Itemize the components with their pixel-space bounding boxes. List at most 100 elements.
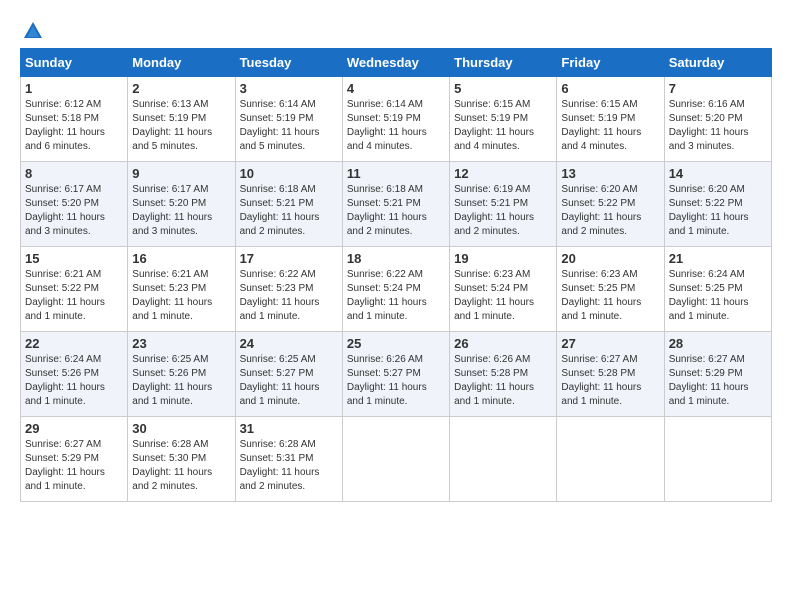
day-info: Sunrise: 6:12 AM Sunset: 5:18 PM Dayligh… (25, 98, 123, 154)
daylight-label: Daylight: 11 hours and 2 minutes. (561, 212, 641, 237)
sunrise-label: Sunrise: 6:21 AM (132, 269, 208, 280)
sunrise-label: Sunrise: 6:17 AM (25, 184, 101, 195)
weekday-header-cell: Wednesday (342, 49, 449, 77)
daylight-label: Daylight: 11 hours and 1 minute. (347, 382, 427, 407)
daylight-label: Daylight: 11 hours and 1 minute. (25, 382, 105, 407)
day-number: 20 (561, 251, 659, 266)
sunrise-label: Sunrise: 6:14 AM (240, 99, 316, 110)
day-number: 14 (669, 166, 767, 181)
day-info: Sunrise: 6:22 AM Sunset: 5:23 PM Dayligh… (240, 268, 338, 324)
daylight-label: Daylight: 11 hours and 3 minutes. (132, 212, 212, 237)
sunrise-label: Sunrise: 6:19 AM (454, 184, 530, 195)
weekday-header-cell: Monday (128, 49, 235, 77)
day-number: 25 (347, 336, 445, 351)
day-info: Sunrise: 6:18 AM Sunset: 5:21 PM Dayligh… (240, 183, 338, 239)
sunrise-label: Sunrise: 6:21 AM (25, 269, 101, 280)
calendar-day-cell: 6 Sunrise: 6:15 AM Sunset: 5:19 PM Dayli… (557, 77, 664, 162)
day-info: Sunrise: 6:23 AM Sunset: 5:25 PM Dayligh… (561, 268, 659, 324)
day-info: Sunrise: 6:19 AM Sunset: 5:21 PM Dayligh… (454, 183, 552, 239)
day-info: Sunrise: 6:26 AM Sunset: 5:28 PM Dayligh… (454, 353, 552, 409)
sunrise-label: Sunrise: 6:23 AM (561, 269, 637, 280)
sunset-label: Sunset: 5:19 PM (132, 113, 206, 124)
day-info: Sunrise: 6:25 AM Sunset: 5:27 PM Dayligh… (240, 353, 338, 409)
sunrise-label: Sunrise: 6:28 AM (132, 439, 208, 450)
calendar-day-cell: 20 Sunrise: 6:23 AM Sunset: 5:25 PM Dayl… (557, 247, 664, 332)
calendar-week-row: 29 Sunrise: 6:27 AM Sunset: 5:29 PM Dayl… (21, 417, 772, 502)
sunset-label: Sunset: 5:19 PM (347, 113, 421, 124)
calendar-day-cell: 21 Sunrise: 6:24 AM Sunset: 5:25 PM Dayl… (664, 247, 771, 332)
calendar-day-cell: 11 Sunrise: 6:18 AM Sunset: 5:21 PM Dayl… (342, 162, 449, 247)
sunset-label: Sunset: 5:20 PM (25, 198, 99, 209)
day-number: 1 (25, 81, 123, 96)
day-number: 8 (25, 166, 123, 181)
weekday-header-cell: Thursday (450, 49, 557, 77)
daylight-label: Daylight: 11 hours and 6 minutes. (25, 127, 105, 152)
sunset-label: Sunset: 5:27 PM (347, 368, 421, 379)
sunrise-label: Sunrise: 6:12 AM (25, 99, 101, 110)
daylight-label: Daylight: 11 hours and 2 minutes. (240, 212, 320, 237)
day-info: Sunrise: 6:22 AM Sunset: 5:24 PM Dayligh… (347, 268, 445, 324)
sunrise-label: Sunrise: 6:26 AM (347, 354, 423, 365)
day-info: Sunrise: 6:20 AM Sunset: 5:22 PM Dayligh… (561, 183, 659, 239)
calendar-day-cell: 5 Sunrise: 6:15 AM Sunset: 5:19 PM Dayli… (450, 77, 557, 162)
calendar-day-cell: 27 Sunrise: 6:27 AM Sunset: 5:28 PM Dayl… (557, 332, 664, 417)
calendar-week-row: 22 Sunrise: 6:24 AM Sunset: 5:26 PM Dayl… (21, 332, 772, 417)
calendar-day-cell: 13 Sunrise: 6:20 AM Sunset: 5:22 PM Dayl… (557, 162, 664, 247)
sunrise-label: Sunrise: 6:20 AM (561, 184, 637, 195)
sunrise-label: Sunrise: 6:23 AM (454, 269, 530, 280)
calendar-day-cell: 29 Sunrise: 6:27 AM Sunset: 5:29 PM Dayl… (21, 417, 128, 502)
day-number: 2 (132, 81, 230, 96)
day-number: 16 (132, 251, 230, 266)
daylight-label: Daylight: 11 hours and 5 minutes. (132, 127, 212, 152)
sunset-label: Sunset: 5:23 PM (132, 283, 206, 294)
calendar-day-cell: 1 Sunrise: 6:12 AM Sunset: 5:18 PM Dayli… (21, 77, 128, 162)
sunrise-label: Sunrise: 6:14 AM (347, 99, 423, 110)
sunset-label: Sunset: 5:25 PM (561, 283, 635, 294)
sunset-label: Sunset: 5:26 PM (25, 368, 99, 379)
daylight-label: Daylight: 11 hours and 4 minutes. (561, 127, 641, 152)
sunrise-label: Sunrise: 6:15 AM (561, 99, 637, 110)
sunrise-label: Sunrise: 6:26 AM (454, 354, 530, 365)
day-info: Sunrise: 6:27 AM Sunset: 5:29 PM Dayligh… (669, 353, 767, 409)
weekday-header-cell: Saturday (664, 49, 771, 77)
day-info: Sunrise: 6:23 AM Sunset: 5:24 PM Dayligh… (454, 268, 552, 324)
sunrise-label: Sunrise: 6:15 AM (454, 99, 530, 110)
day-info: Sunrise: 6:25 AM Sunset: 5:26 PM Dayligh… (132, 353, 230, 409)
sunset-label: Sunset: 5:29 PM (669, 368, 743, 379)
day-info: Sunrise: 6:21 AM Sunset: 5:23 PM Dayligh… (132, 268, 230, 324)
daylight-label: Daylight: 11 hours and 2 minutes. (454, 212, 534, 237)
day-info: Sunrise: 6:18 AM Sunset: 5:21 PM Dayligh… (347, 183, 445, 239)
sunset-label: Sunset: 5:22 PM (669, 198, 743, 209)
sunrise-label: Sunrise: 6:28 AM (240, 439, 316, 450)
calendar-day-cell: 28 Sunrise: 6:27 AM Sunset: 5:29 PM Dayl… (664, 332, 771, 417)
day-info: Sunrise: 6:17 AM Sunset: 5:20 PM Dayligh… (25, 183, 123, 239)
calendar-day-cell (664, 417, 771, 502)
daylight-label: Daylight: 11 hours and 3 minutes. (25, 212, 105, 237)
calendar-day-cell: 31 Sunrise: 6:28 AM Sunset: 5:31 PM Dayl… (235, 417, 342, 502)
day-info: Sunrise: 6:21 AM Sunset: 5:22 PM Dayligh… (25, 268, 123, 324)
day-number: 18 (347, 251, 445, 266)
day-info: Sunrise: 6:17 AM Sunset: 5:20 PM Dayligh… (132, 183, 230, 239)
daylight-label: Daylight: 11 hours and 1 minute. (669, 297, 749, 322)
day-number: 21 (669, 251, 767, 266)
day-number: 28 (669, 336, 767, 351)
sunset-label: Sunset: 5:22 PM (561, 198, 635, 209)
sunset-label: Sunset: 5:21 PM (240, 198, 314, 209)
day-number: 17 (240, 251, 338, 266)
sunset-label: Sunset: 5:21 PM (347, 198, 421, 209)
daylight-label: Daylight: 11 hours and 1 minute. (454, 297, 534, 322)
daylight-label: Daylight: 11 hours and 1 minute. (669, 212, 749, 237)
calendar-day-cell: 15 Sunrise: 6:21 AM Sunset: 5:22 PM Dayl… (21, 247, 128, 332)
daylight-label: Daylight: 11 hours and 1 minute. (240, 382, 320, 407)
day-number: 23 (132, 336, 230, 351)
sunset-label: Sunset: 5:26 PM (132, 368, 206, 379)
calendar-day-cell: 26 Sunrise: 6:26 AM Sunset: 5:28 PM Dayl… (450, 332, 557, 417)
day-number: 29 (25, 421, 123, 436)
day-number: 24 (240, 336, 338, 351)
day-info: Sunrise: 6:15 AM Sunset: 5:19 PM Dayligh… (561, 98, 659, 154)
logo (20, 20, 44, 38)
sunset-label: Sunset: 5:29 PM (25, 453, 99, 464)
sunset-label: Sunset: 5:24 PM (454, 283, 528, 294)
day-number: 5 (454, 81, 552, 96)
calendar-week-row: 8 Sunrise: 6:17 AM Sunset: 5:20 PM Dayli… (21, 162, 772, 247)
